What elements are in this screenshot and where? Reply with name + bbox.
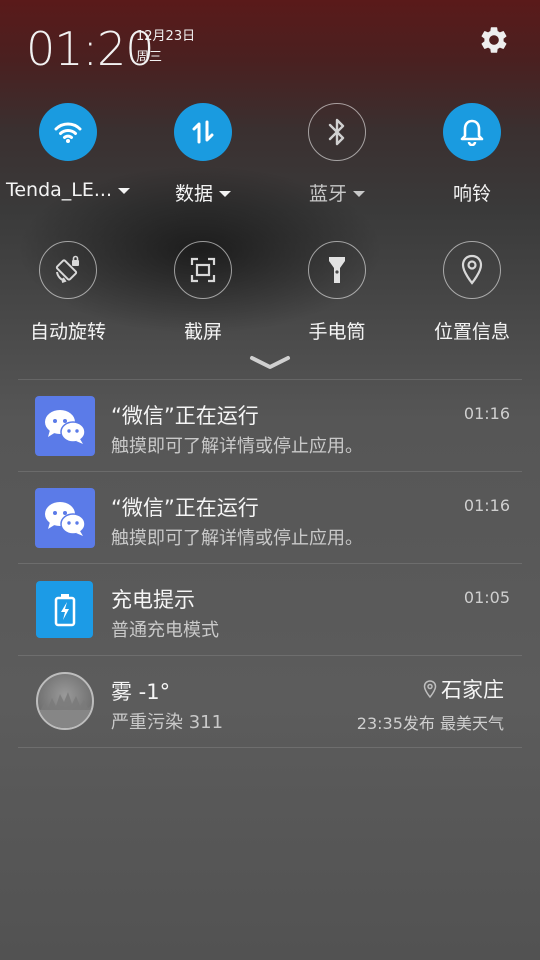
notification-title: “微信”正在运行 — [111, 404, 259, 428]
date-label: 12月23日 — [136, 29, 196, 44]
bluetooth-toggle-circle[interactable] — [308, 103, 366, 161]
screenshot-toggle-circle[interactable] — [174, 241, 232, 299]
wechat-icon — [35, 488, 95, 548]
bluetooth-icon — [328, 118, 345, 146]
settings-button[interactable] — [478, 24, 510, 56]
chevron-down-icon[interactable] — [219, 190, 231, 197]
weather-aqi: 严重污染 311 — [111, 712, 224, 733]
clock-time: 01:20 — [26, 22, 155, 76]
auto-rotate-label: 自动旋转 — [29, 321, 106, 343]
expand-panel-button[interactable] — [246, 352, 294, 374]
notification-time: 01:16 — [463, 404, 510, 423]
location-pin-icon — [423, 680, 437, 698]
notification-wechat-2[interactable]: “微信”正在运行 触摸即可了解详情或停止应用。 01:16 — [18, 472, 522, 564]
notification-title: 充电提示 — [111, 588, 195, 612]
data-label: 数据 — [174, 183, 213, 205]
chevron-down-icon — [250, 356, 290, 369]
bell-icon — [460, 119, 484, 146]
notification-charging[interactable]: 充电提示 普通充电模式 01:05 — [18, 564, 522, 656]
toggle-location[interactable]: 位置信息 — [404, 241, 540, 344]
notification-body: 触摸即可了解详情或停止应用。 — [111, 528, 363, 549]
notification-body: 普通充电模式 — [111, 620, 219, 641]
data-arrows-icon — [192, 120, 214, 144]
toggle-mobile-data[interactable]: 数据 — [135, 103, 271, 206]
toggle-screenshot[interactable]: 截屏 — [135, 241, 271, 344]
weather-title: 雾 -1° — [111, 680, 171, 704]
wifi-icon — [54, 122, 82, 143]
rotate-lock-icon — [55, 255, 79, 283]
flashlight-toggle-circle[interactable] — [308, 241, 366, 299]
bluetooth-label: 蓝牙 — [308, 183, 347, 205]
flashlight-label: 手电筒 — [308, 321, 366, 343]
wifi-toggle-circle[interactable] — [39, 103, 97, 161]
location-toggle-circle[interactable] — [443, 241, 501, 299]
notification-time: 01:16 — [463, 496, 510, 515]
divider — [18, 747, 522, 748]
location-pin-icon — [461, 254, 483, 285]
data-toggle-circle[interactable] — [174, 103, 232, 161]
weather-source: 23:35发布 最美天气 — [356, 714, 504, 733]
notification-weather[interactable]: 雾 -1° 严重污染 311 石家庄 23:35发布 最美天气 — [18, 656, 522, 748]
wifi-label: Tenda_LE... — [5, 179, 113, 201]
location-label: 位置信息 — [433, 321, 510, 343]
toggle-wifi[interactable]: Tenda_LE... — [0, 103, 136, 201]
fog-weather-icon — [36, 672, 94, 730]
flashlight-icon — [329, 257, 345, 283]
toggle-flashlight[interactable]: 手电筒 — [269, 241, 405, 344]
notification-body: 触摸即可了解详情或停止应用。 — [111, 436, 363, 457]
chevron-down-icon[interactable] — [118, 188, 131, 194]
battery-charging-icon — [36, 581, 93, 638]
chevron-down-icon[interactable] — [353, 190, 365, 197]
notification-time: 01:05 — [463, 588, 510, 607]
notification-title: “微信”正在运行 — [111, 496, 259, 520]
gear-icon — [481, 27, 507, 53]
toggle-ring[interactable]: 响铃 — [404, 103, 540, 206]
screenshot-label: 截屏 — [183, 321, 222, 343]
toggle-bluetooth[interactable]: 蓝牙 — [269, 103, 405, 206]
weather-city: 石家庄 — [441, 678, 504, 702]
ring-label: 响铃 — [452, 183, 491, 205]
screenshot-icon — [190, 257, 216, 283]
wechat-icon — [35, 396, 95, 456]
toggle-auto-rotate[interactable]: 自动旋转 — [0, 241, 136, 344]
weekday-label: 周三 — [136, 50, 163, 65]
ring-toggle-circle[interactable] — [443, 103, 501, 161]
rotate-toggle-circle[interactable] — [39, 241, 97, 299]
notification-wechat-1[interactable]: “微信”正在运行 触摸即可了解详情或停止应用。 01:16 — [18, 380, 522, 472]
